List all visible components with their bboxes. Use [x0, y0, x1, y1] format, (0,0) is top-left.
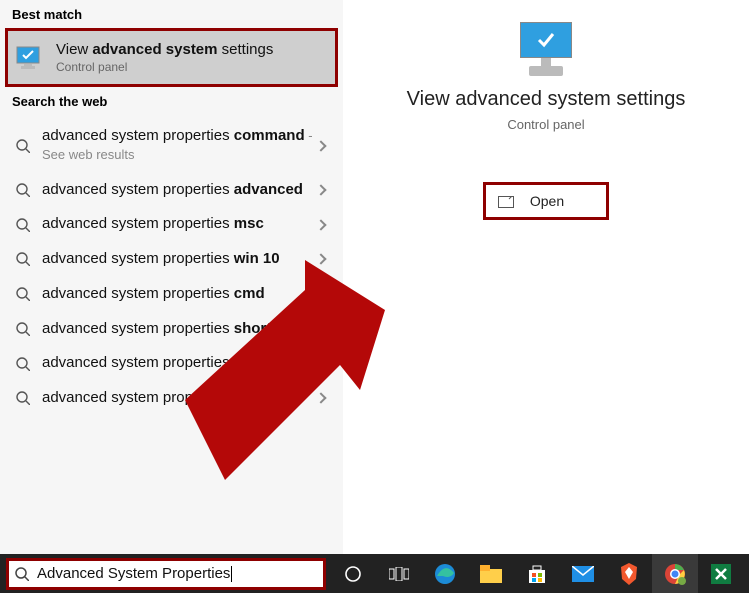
best-match-header: Best match	[0, 0, 343, 28]
chrome-icon[interactable]	[652, 554, 698, 593]
search-web-header: Search the web	[0, 87, 343, 115]
search-icon	[15, 567, 29, 581]
detail-title: View advanced system settings	[343, 88, 749, 111]
search-icon	[16, 391, 30, 405]
chevron-right-icon	[315, 393, 326, 404]
task-view-icon[interactable]	[376, 554, 422, 593]
mail-icon[interactable]	[560, 554, 606, 593]
microsoft-store-icon[interactable]	[514, 554, 560, 593]
chevron-right-icon	[315, 219, 326, 230]
cortana-circle-icon[interactable]	[330, 554, 376, 593]
best-match-title: View advanced system settings	[56, 41, 327, 58]
search-icon	[16, 252, 30, 266]
web-result-text: advanced system properties	[42, 389, 317, 408]
result-detail-pane: View advanced system settings Control pa…	[343, 0, 749, 554]
web-result-text: advanced system properties msc	[42, 215, 317, 234]
web-result-text: advanced system properties advanced	[42, 181, 317, 200]
file-explorer-icon[interactable]	[468, 554, 514, 593]
excel-icon[interactable]	[698, 554, 744, 593]
best-match-text: View advanced system settings Control pa…	[56, 41, 327, 74]
web-result-text: advanced system properties exe	[42, 354, 331, 373]
search-icon	[16, 139, 30, 153]
best-match-result[interactable]: View advanced system settings Control pa…	[5, 28, 338, 87]
web-result[interactable]: advanced system properties	[0, 381, 343, 416]
edge-icon[interactable]	[422, 554, 468, 593]
detail-monitor-icon	[511, 22, 581, 76]
search-icon	[16, 357, 30, 371]
web-result[interactable]: advanced system properties advanced	[0, 173, 343, 208]
start-search-panel: Best match View advanced system settings…	[0, 0, 343, 554]
web-result[interactable]: advanced system properties command - See…	[0, 119, 343, 173]
search-input-text: Advanced System Properties	[37, 565, 317, 582]
web-result[interactable]: advanced system properties exe	[0, 346, 343, 381]
search-icon	[16, 183, 30, 197]
taskbar-icons	[330, 554, 744, 593]
web-result[interactable]: advanced system properties msc	[0, 207, 343, 242]
best-match-subtitle: Control panel	[56, 60, 327, 74]
web-result-text: advanced system properties win 10	[42, 250, 317, 269]
open-icon	[498, 195, 514, 207]
chevron-right-icon	[315, 184, 326, 195]
web-result[interactable]: advanced system properties shortcut	[0, 312, 343, 347]
open-label: Open	[530, 193, 564, 209]
web-result-text: advanced system properties command - See…	[42, 127, 317, 165]
search-icon	[16, 322, 30, 336]
web-results-list: advanced system properties command - See…	[0, 119, 343, 416]
taskbar-search-input[interactable]: Advanced System Properties	[6, 558, 326, 590]
search-icon	[16, 287, 30, 301]
web-result-text: advanced system properties shortcut	[42, 320, 331, 339]
search-icon	[16, 218, 30, 232]
web-result-text: advanced system properties cmd	[42, 285, 317, 304]
taskbar: Advanced System Properties	[0, 554, 749, 593]
open-button[interactable]: Open	[483, 182, 609, 220]
brave-icon[interactable]	[606, 554, 652, 593]
web-result[interactable]: advanced system properties cmd	[0, 277, 343, 312]
control-panel-monitor-icon	[16, 46, 46, 70]
chevron-right-icon	[315, 140, 326, 151]
detail-subtitle: Control panel	[343, 117, 749, 132]
web-result[interactable]: advanced system properties win 10	[0, 242, 343, 277]
chevron-right-icon	[315, 254, 326, 265]
chevron-right-icon	[315, 288, 326, 299]
